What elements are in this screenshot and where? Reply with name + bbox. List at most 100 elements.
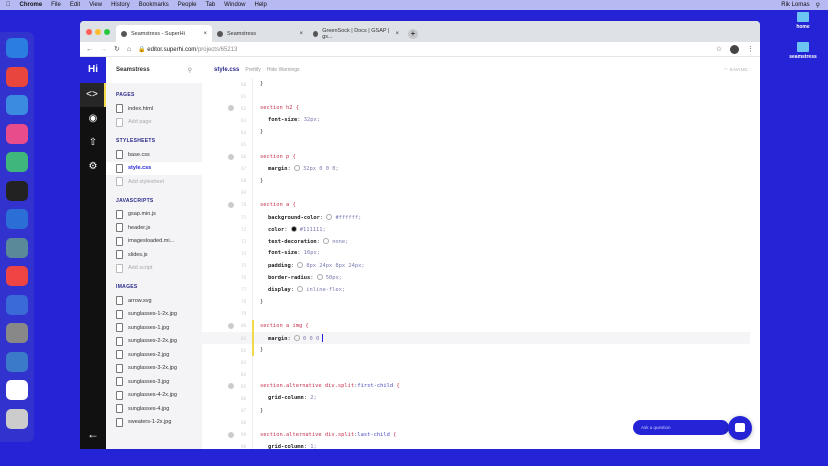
file-item[interactable]: sweaters-1-2x.jpg [106, 416, 202, 430]
code-icon[interactable]: <> [80, 83, 106, 107]
dock-app-icon[interactable] [6, 237, 28, 258]
code-line[interactable]: 73 text-decoration: none; [202, 235, 750, 248]
code-line[interactable]: 67 margin: 32px 0 0 0; [202, 162, 750, 175]
menu-bookmarks[interactable]: Bookmarks [139, 2, 169, 8]
code-line[interactable]: 69 [202, 186, 750, 199]
file-item[interactable]: imagesloaded.mi... [106, 235, 202, 249]
fold-toggle-icon[interactable] [228, 383, 234, 390]
reload-icon[interactable]: ↻ [114, 45, 120, 53]
color-swatch-icon[interactable] [290, 225, 297, 232]
color-swatch-icon[interactable] [323, 237, 330, 244]
code-line[interactable]: 82} [202, 344, 750, 357]
desktop-folder-seamstress[interactable]: seamstress [783, 42, 823, 60]
close-tab-icon[interactable]: × [203, 31, 207, 37]
desktop-folder-home[interactable]: home [783, 12, 823, 30]
code-line[interactable]: 72 color: #111111; [202, 223, 750, 236]
dock-app-icon[interactable] [6, 323, 28, 343]
dock-app-icon[interactable] [6, 408, 28, 429]
ask-question-input[interactable]: Ask a question [633, 420, 729, 435]
file-item[interactable]: sunglasses-2.jpg [106, 348, 202, 362]
close-tab-icon[interactable]: × [299, 31, 303, 37]
code-line[interactable]: 86 grid-column: 2; [202, 392, 750, 405]
color-swatch-icon[interactable] [293, 335, 300, 342]
code-line[interactable]: 77 display: inline-flex; [202, 283, 750, 296]
prettify-button[interactable]: Prettify [245, 67, 261, 73]
minimize-button[interactable] [95, 29, 101, 35]
code-line[interactable]: 61 [202, 90, 750, 103]
code-line[interactable]: 80 section a img { [202, 319, 750, 332]
bookmark-star-icon[interactable]: ☆ [716, 45, 722, 53]
code-editor[interactable]: style.css Prettify Hide Warnings ◠ SAVIN… [202, 57, 760, 449]
hide-warnings-button[interactable]: Hide Warnings [267, 67, 300, 73]
close-tab-icon[interactable]: × [395, 31, 399, 37]
maximize-button[interactable] [104, 29, 110, 35]
close-window-button[interactable] [86, 29, 92, 35]
file-item[interactable]: slides.js [106, 248, 202, 262]
code-line[interactable]: 79 [202, 307, 750, 320]
settings-gear-icon[interactable]: ⚙ [80, 155, 106, 179]
fold-toggle-icon[interactable] [228, 322, 234, 329]
code-line[interactable]: 78} [202, 295, 750, 308]
code-line[interactable]: 74 font-size: 16px; [202, 247, 750, 260]
menu-tab[interactable]: Tab [205, 2, 215, 8]
dock-app-icon[interactable] [6, 123, 28, 144]
code-line[interactable]: 70 section a { [202, 198, 750, 212]
file-item[interactable]: arrow.svg [106, 294, 202, 308]
menu-window[interactable]: Window [224, 2, 245, 8]
file-item[interactable]: sunglasses-3.jpg [106, 375, 202, 389]
file-item[interactable]: sunglasses-1.jpg [106, 321, 202, 335]
file-item[interactable]: base.css [106, 148, 202, 162]
file-item[interactable]: sunglasses-3-2x.jpg [106, 362, 202, 376]
code-line[interactable]: 83 [202, 356, 750, 369]
code-line[interactable]: 75 padding: 8px 24px 8px 24px; [202, 259, 750, 272]
home-icon[interactable]: ⌂ [127, 46, 131, 53]
dock-app-icon[interactable] [6, 38, 28, 58]
code-line[interactable]: 64} [202, 126, 750, 139]
url-input[interactable]: 🔒 editor.superhi.com/projects/65213 [138, 46, 237, 53]
color-swatch-icon[interactable] [297, 286, 304, 293]
preview-eye-icon[interactable]: ◉ [80, 107, 106, 131]
color-swatch-icon[interactable] [293, 165, 300, 172]
menu-people[interactable]: People [178, 2, 197, 8]
menu-help[interactable]: Help [255, 2, 267, 8]
file-item[interactable]: sunglasses-4-2x.jpg [106, 389, 202, 403]
dock-app-icon[interactable] [6, 351, 28, 372]
share-upload-icon[interactable]: ⇧ [80, 131, 106, 155]
dock-app-icon[interactable] [6, 66, 28, 87]
code-line[interactable]: 68} [202, 174, 750, 187]
color-swatch-icon[interactable] [316, 274, 323, 281]
color-swatch-icon[interactable] [297, 261, 304, 268]
file-item[interactable]: sunglasses-2-2x.jpg [106, 335, 202, 349]
browser-tab[interactable]: GreenSock | Docs | GSAP | gs... × [308, 25, 404, 42]
browser-tab[interactable]: Seamstress × [212, 25, 308, 42]
back-arrow-icon[interactable]: ← [80, 427, 106, 441]
fold-toggle-icon[interactable] [228, 201, 234, 208]
add-file-button[interactable]: Add stylesheet [106, 175, 202, 189]
file-item[interactable]: sunglasses-4.jpg [106, 402, 202, 416]
browser-tab[interactable]: Seamstress - SuperHi × [116, 25, 212, 42]
code-line[interactable]: 60} [202, 78, 750, 91]
code-line[interactable]: 71 background-color: #ffffff; [202, 211, 750, 224]
code-line[interactable]: 66 section p { [202, 150, 750, 163]
more-menu-icon[interactable]: ⋮ [747, 45, 754, 53]
tab-filename[interactable]: style.css [214, 67, 239, 73]
profile-avatar[interactable] [730, 44, 739, 54]
file-item[interactable]: index.html [106, 102, 202, 116]
code-line[interactable]: 76 border-radius: 50px; [202, 271, 750, 284]
chat-button[interactable] [728, 416, 752, 440]
dock-app-icon[interactable] [6, 180, 28, 201]
dock-app-icon[interactable] [6, 152, 28, 172]
dock-app-icon[interactable] [6, 209, 28, 229]
search-icon[interactable]: ⚲ [188, 67, 192, 74]
dock-app-icon[interactable] [6, 380, 28, 400]
dock-app-icon[interactable] [6, 294, 28, 315]
code-line[interactable]: 87} [202, 404, 750, 417]
fold-toggle-icon[interactable] [228, 153, 234, 160]
fold-toggle-icon[interactable] [228, 431, 234, 438]
forward-icon[interactable]: → [100, 46, 107, 53]
code-line[interactable]: 84 [202, 368, 750, 381]
new-tab-button[interactable]: + [408, 29, 418, 39]
code-line[interactable]: 65 [202, 138, 750, 151]
add-file-button[interactable]: Add page [106, 116, 202, 130]
code-line[interactable]: 81 margin: 0 0 0 [202, 331, 750, 345]
